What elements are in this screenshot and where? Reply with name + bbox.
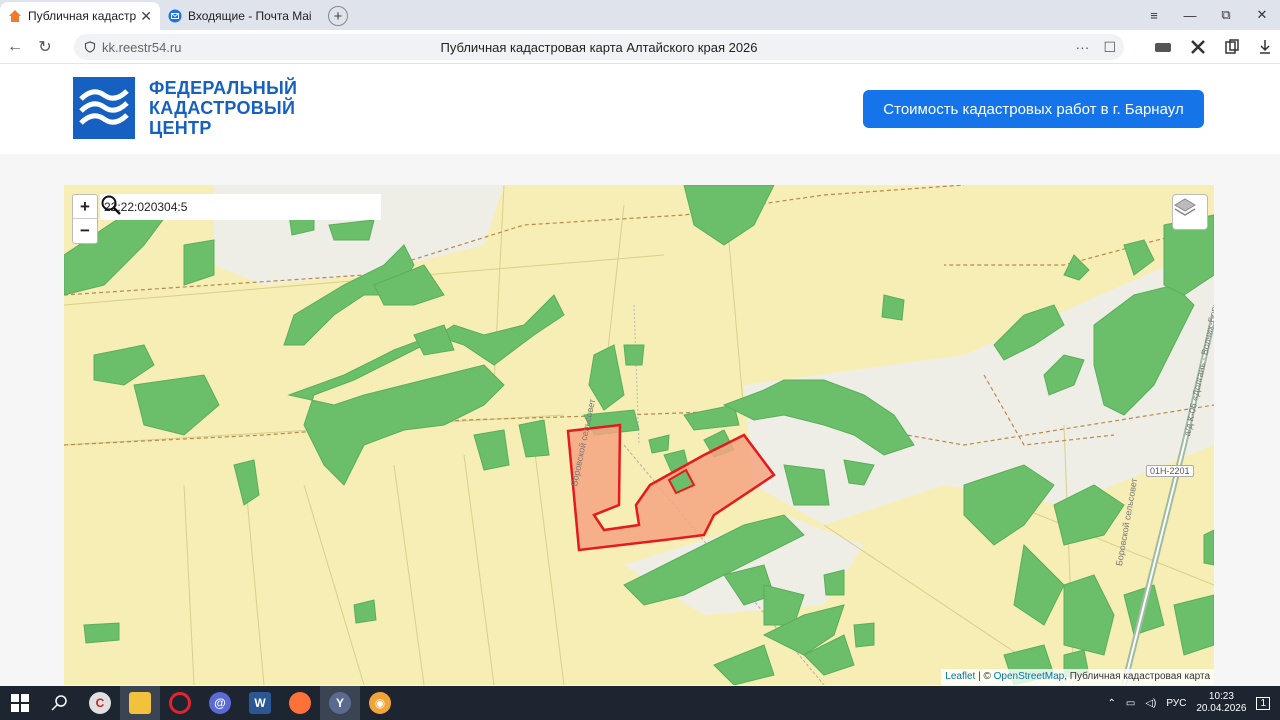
chevron-up-icon[interactable]: ⌃	[1107, 698, 1115, 709]
messenger-icon[interactable]: @	[200, 686, 240, 720]
logo-line: ЦЕНТР	[149, 118, 212, 138]
zoom-in-button[interactable]: +	[73, 195, 97, 219]
attribution-text: , Публичная кадастровая карта	[1064, 671, 1210, 682]
yandex-browser-icon[interactable]: Y	[320, 686, 360, 720]
logo-mark-icon	[73, 77, 135, 139]
menu-icon[interactable]: ≡	[1136, 8, 1172, 23]
language-indicator[interactable]: РУС	[1166, 698, 1186, 709]
logo[interactable]: ФЕДЕРАЛЬНЫЙ КАДАСТРОВЫЙ ЦЕНТР	[73, 77, 297, 139]
more-icon[interactable]: ···	[1075, 39, 1089, 56]
search-icon[interactable]	[100, 194, 122, 216]
leaflet-link[interactable]: Leaflet	[945, 671, 975, 682]
address-bar: ← ↻ kk.reestr54.ru Публичная кадастровая…	[0, 30, 1280, 64]
map-attribution: Leaflet | © OpenStreetMap, Публичная кад…	[941, 669, 1214, 685]
file-explorer-icon[interactable]	[120, 686, 160, 720]
logo-line: ФЕДЕРАЛЬНЫЙ	[149, 78, 298, 98]
reader-icon[interactable]	[1154, 40, 1172, 54]
layers-button[interactable]	[1172, 194, 1208, 230]
logo-line: КАДАСТРОВЫЙ	[149, 98, 296, 118]
minimize-icon[interactable]: —	[1172, 8, 1208, 23]
restore-icon[interactable]: ⧉	[1208, 7, 1244, 23]
new-tab-button[interactable]: +	[328, 6, 348, 26]
browser-toolbar	[1154, 30, 1272, 64]
shield-icon	[84, 41, 96, 53]
tab-strip: Публичная кадастрова ✕ Входящие - Почта …	[0, 0, 1280, 30]
cadastral-works-cost-button[interactable]: Стоимость кадастровых работ в г. Барнаул	[863, 90, 1204, 128]
tab-cadastral-map[interactable]: Публичная кадастрова ✕	[0, 2, 160, 30]
eye-icon[interactable]: ◉	[360, 686, 400, 720]
tab-title: Публичная кадастрова	[28, 9, 137, 23]
network-icon[interactable]: ▭	[1126, 698, 1135, 709]
attribution-sep: | ©	[975, 671, 994, 682]
opera-icon[interactable]	[160, 686, 200, 720]
site-header: ФЕДЕРАЛЬНЫЙ КАДАСТРОВЫЙ ЦЕНТР Стоимость …	[0, 64, 1280, 154]
close-window-icon[interactable]: ✕	[1244, 7, 1280, 23]
zoom-control: + −	[72, 194, 98, 244]
firefox-icon[interactable]	[280, 686, 320, 720]
reload-icon[interactable]: ↻	[30, 37, 60, 57]
tab-title: Входящие - Почта Mail	[188, 9, 312, 23]
windows-start-icon[interactable]	[0, 686, 40, 720]
cadastral-search-input[interactable]: 22:22:020304:5	[100, 194, 381, 220]
back-icon[interactable]: ←	[0, 38, 30, 56]
tab-mail[interactable]: Входящие - Почта Mail	[160, 2, 320, 30]
close-icon[interactable]: ✕	[140, 8, 152, 25]
cadastral-map[interactable]: Боровской сельсовет Боровской сельсовет …	[64, 185, 1214, 685]
bookmark-icon[interactable]: ☐	[1103, 39, 1116, 56]
osm-link[interactable]: OpenStreetMap	[994, 671, 1065, 682]
notifications-icon[interactable]: 1	[1256, 696, 1270, 710]
clock-time: 10:23	[1208, 691, 1234, 702]
ccleaner-icon[interactable]: C	[80, 686, 120, 720]
layers-icon	[1174, 198, 1196, 216]
mail-icon	[168, 9, 182, 23]
clock[interactable]: 10:23 20.04.2026	[1196, 691, 1246, 715]
volume-icon[interactable]: ◁)	[1145, 698, 1156, 709]
taskbar: C @ W Y ◉ ⌃ ▭ ◁) РУС 10:23 20.04.2026 1	[0, 686, 1280, 720]
clock-date: 20.04.2026	[1196, 703, 1247, 714]
word-icon[interactable]: W	[240, 686, 280, 720]
logo-text: ФЕДЕРАЛЬНЫЙ КАДАСТРОВЫЙ ЦЕНТР	[149, 78, 297, 138]
collections-icon[interactable]	[1224, 39, 1240, 55]
extensions-icon[interactable]	[1190, 39, 1206, 55]
zoom-out-button[interactable]: −	[73, 219, 97, 243]
search-icon[interactable]	[40, 686, 80, 720]
road-code-badge: 01Н-2201	[1146, 465, 1194, 477]
page-title: Публичная кадастровая карта Алтайского к…	[440, 39, 758, 55]
url-actions: ··· ☐	[1075, 39, 1116, 56]
system-tray: ⌃ ▭ ◁) РУС 10:23 20.04.2026 1	[1107, 686, 1280, 720]
url-domain: kk.reestr54.ru	[102, 39, 182, 55]
home-icon	[9, 10, 21, 22]
download-icon[interactable]	[1258, 39, 1272, 55]
map-tiles	[64, 185, 1214, 685]
window-controls: ≡ — ⧉ ✕	[1136, 0, 1280, 30]
url-field[interactable]: kk.reestr54.ru Публичная кадастровая кар…	[74, 34, 1124, 60]
